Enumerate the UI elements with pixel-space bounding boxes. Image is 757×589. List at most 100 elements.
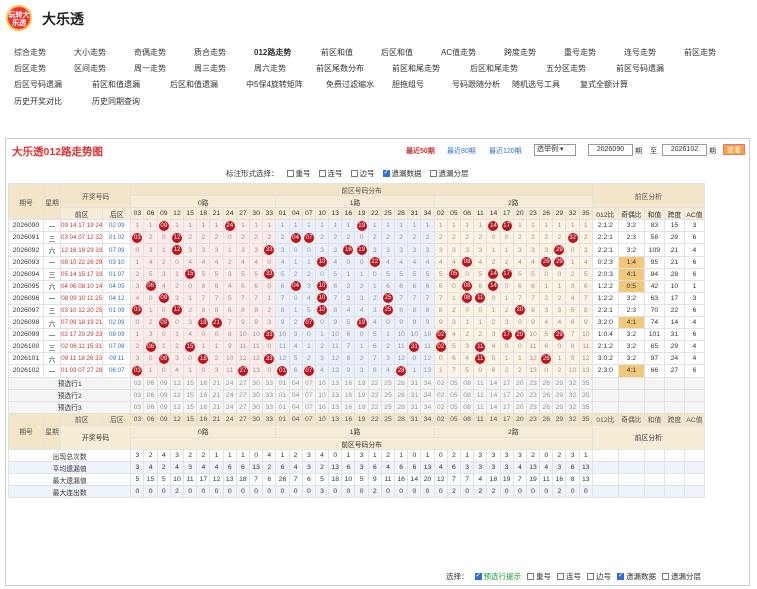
predict-cell[interactable]: 06: [143, 400, 158, 414]
footer-option[interactable]: 遗漏分层: [662, 571, 701, 582]
predict-cell[interactable]: 13: [328, 376, 343, 390]
predict-cell[interactable]: 13: [328, 400, 343, 414]
predict-cell[interactable]: 19: [354, 400, 369, 414]
predict-cell[interactable]: 14: [486, 376, 501, 390]
nav-link[interactable]: 后区和尾走势: [470, 63, 518, 74]
predict-cell[interactable]: 12: [169, 376, 185, 390]
predict-cell[interactable]: 32: [565, 376, 580, 390]
nav-link[interactable]: 后区和值: [381, 47, 413, 58]
predict-cell[interactable]: 31: [407, 376, 422, 390]
predict-cell[interactable]: 08: [459, 400, 475, 414]
nav-link[interactable]: 重号走势: [564, 47, 596, 58]
predict-cell[interactable]: 06: [143, 376, 158, 390]
predict-cell[interactable]: 02: [433, 388, 448, 402]
predict-cell[interactable]: 17: [499, 400, 514, 414]
checkbox[interactable]: [662, 573, 669, 580]
predict-cell[interactable]: 23: [525, 400, 541, 414]
predict-cell[interactable]: 14: [486, 388, 501, 402]
nav-link[interactable]: 周一走势: [134, 63, 166, 74]
predict-cell[interactable]: 30: [248, 376, 264, 390]
predict-cell[interactable]: 34: [420, 400, 435, 414]
nav-link[interactable]: 跨度走势: [504, 47, 536, 58]
nav-link[interactable]: 周六走势: [254, 63, 286, 74]
predict-cell[interactable]: 19: [354, 388, 369, 402]
nav-link[interactable]: 区间走势: [74, 63, 106, 74]
predict-cell[interactable]: 33: [262, 388, 277, 402]
checkbox[interactable]: [617, 571, 624, 580]
predict-cell[interactable]: 24: [222, 400, 237, 414]
predict-cell[interactable]: 14: [486, 400, 501, 414]
predict-cell[interactable]: 05: [446, 376, 461, 390]
predict-cell[interactable]: 16: [341, 388, 356, 402]
predict-cell[interactable]: 27: [235, 376, 250, 390]
predict-cell[interactable]: 34: [420, 376, 435, 390]
predict-cell[interactable]: 11: [473, 400, 488, 414]
predict-cell[interactable]: 27: [235, 388, 250, 402]
predict-cell[interactable]: 29: [552, 400, 567, 414]
checkbox[interactable]: [557, 573, 564, 580]
nav-link[interactable]: 中5保4旋转矩阵: [246, 79, 303, 90]
predict-cell[interactable]: 17: [499, 388, 514, 402]
predict-cell[interactable]: 26: [539, 400, 554, 414]
nav-link[interactable]: 后区和值遗漏: [170, 79, 218, 90]
nav-link[interactable]: 前区和值: [321, 47, 353, 58]
predict-cell[interactable]: 33: [262, 376, 277, 390]
predict-cell[interactable]: 21: [209, 400, 224, 414]
nav-link[interactable]: 五分区走势: [546, 63, 586, 74]
predict-cell[interactable]: 30: [248, 400, 264, 414]
predict-cell[interactable]: 09: [156, 376, 171, 390]
predict-cell[interactable]: 32: [565, 400, 580, 414]
mark-option[interactable]: 连号: [318, 168, 343, 179]
checkbox[interactable]: [527, 573, 534, 580]
predict-cell[interactable]: 16: [341, 400, 356, 414]
predict-cell[interactable]: 03: [130, 400, 145, 414]
predict-cell[interactable]: 02: [433, 376, 448, 390]
nav-link[interactable]: AC值走势: [441, 47, 476, 58]
predict-cell[interactable]: 21: [209, 376, 224, 390]
predict-cell[interactable]: 20: [512, 388, 527, 402]
predict-cell[interactable]: 17: [499, 376, 514, 390]
predict-cell[interactable]: 19: [354, 376, 369, 390]
predict-cell[interactable]: 18: [196, 400, 211, 414]
footer-option[interactable]: 预选行提示: [474, 571, 521, 582]
predict-cell[interactable]: 07: [301, 400, 316, 414]
predict-cell[interactable]: 27: [235, 400, 250, 414]
predict-cell[interactable]: 29: [552, 388, 567, 402]
range-50-link[interactable]: 最近50期: [406, 146, 435, 156]
footer-option[interactable]: 遗漏数据: [617, 571, 656, 582]
checkbox[interactable]: [382, 168, 390, 177]
predict-cell[interactable]: 02: [433, 400, 448, 414]
nav-link[interactable]: 前区和尾走势: [392, 63, 440, 74]
predict-cell[interactable]: 23: [525, 376, 541, 390]
predict-cell[interactable]: 31: [407, 388, 422, 402]
predict-cell[interactable]: 24: [222, 388, 237, 402]
predict-cell[interactable]: 10: [314, 400, 330, 414]
predict-cell[interactable]: 31: [407, 400, 422, 414]
checkbox[interactable]: [286, 170, 294, 177]
nav-link[interactable]: 号码跟随分析: [452, 79, 500, 90]
nav-link[interactable]: 连号走势: [624, 47, 656, 58]
predict-cell[interactable]: 29: [552, 376, 567, 390]
checkbox[interactable]: [429, 170, 437, 177]
predict-cell[interactable]: 01: [275, 388, 290, 402]
mark-option[interactable]: 重号: [286, 168, 311, 179]
predict-cell[interactable]: 25: [380, 376, 396, 390]
nav-link[interactable]: 胆拖组号: [392, 79, 424, 90]
nav-link[interactable]: 大小走势: [74, 47, 106, 58]
predict-cell[interactable]: 04: [288, 376, 303, 390]
nav-link[interactable]: 012路走势: [254, 47, 291, 58]
predict-cell[interactable]: 15: [183, 388, 198, 402]
nav-link[interactable]: 复式全额计算: [580, 79, 628, 90]
predict-cell[interactable]: 08: [459, 388, 475, 402]
predict-cell[interactable]: 10: [314, 376, 330, 390]
predict-cell[interactable]: 26: [539, 388, 554, 402]
to-issue-input[interactable]: 2026102: [662, 144, 707, 156]
predict-cell[interactable]: 32: [565, 388, 580, 402]
predict-cell[interactable]: 13: [328, 388, 343, 402]
range-120-link[interactable]: 最近120期: [489, 146, 522, 156]
predict-cell[interactable]: 34: [420, 388, 435, 402]
predict-cell[interactable]: 15: [183, 376, 198, 390]
predict-cell[interactable]: 03: [130, 388, 145, 402]
predict-cell[interactable]: 20: [512, 400, 527, 414]
predict-cell[interactable]: 07: [301, 388, 316, 402]
